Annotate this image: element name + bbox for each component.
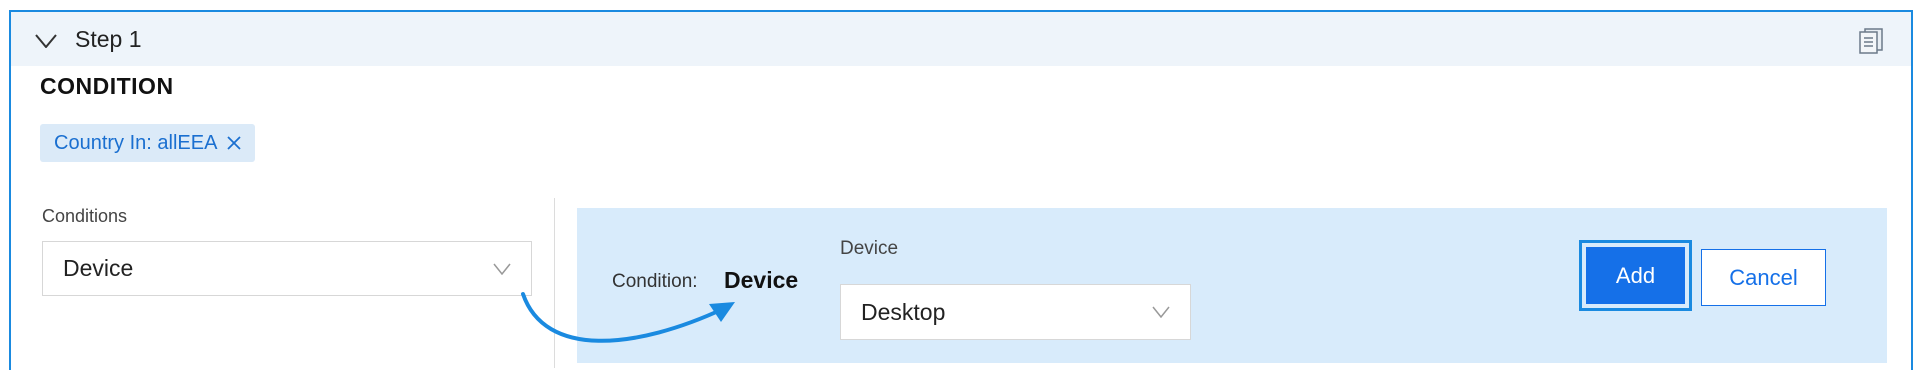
chevron-down-icon: [1152, 306, 1170, 318]
condition-tag-label: Country In: allEEA: [54, 131, 218, 154]
chevron-down-icon[interactable]: [35, 34, 57, 48]
annotation-arrow: [521, 292, 735, 343]
conditions-label: Conditions: [42, 206, 128, 226]
conditions-select[interactable]: Device: [42, 241, 532, 296]
cancel-button[interactable]: Cancel: [1701, 249, 1826, 306]
step-header[interactable]: Step 1: [11, 12, 1911, 66]
device-select-value: Desktop: [861, 298, 946, 325]
document-icon[interactable]: [1859, 28, 1883, 54]
device-label: Device: [840, 238, 899, 259]
device-select[interactable]: Desktop: [840, 284, 1191, 340]
step-title: Step 1: [75, 26, 142, 52]
chevron-down-icon: [493, 263, 511, 275]
condition-heading: CONDITION: [40, 73, 174, 99]
conditions-select-value: Device: [63, 255, 134, 281]
close-icon[interactable]: [227, 136, 242, 150]
add-button[interactable]: Add: [1586, 247, 1685, 304]
condition-tag: Country In: allEEA: [40, 124, 256, 162]
